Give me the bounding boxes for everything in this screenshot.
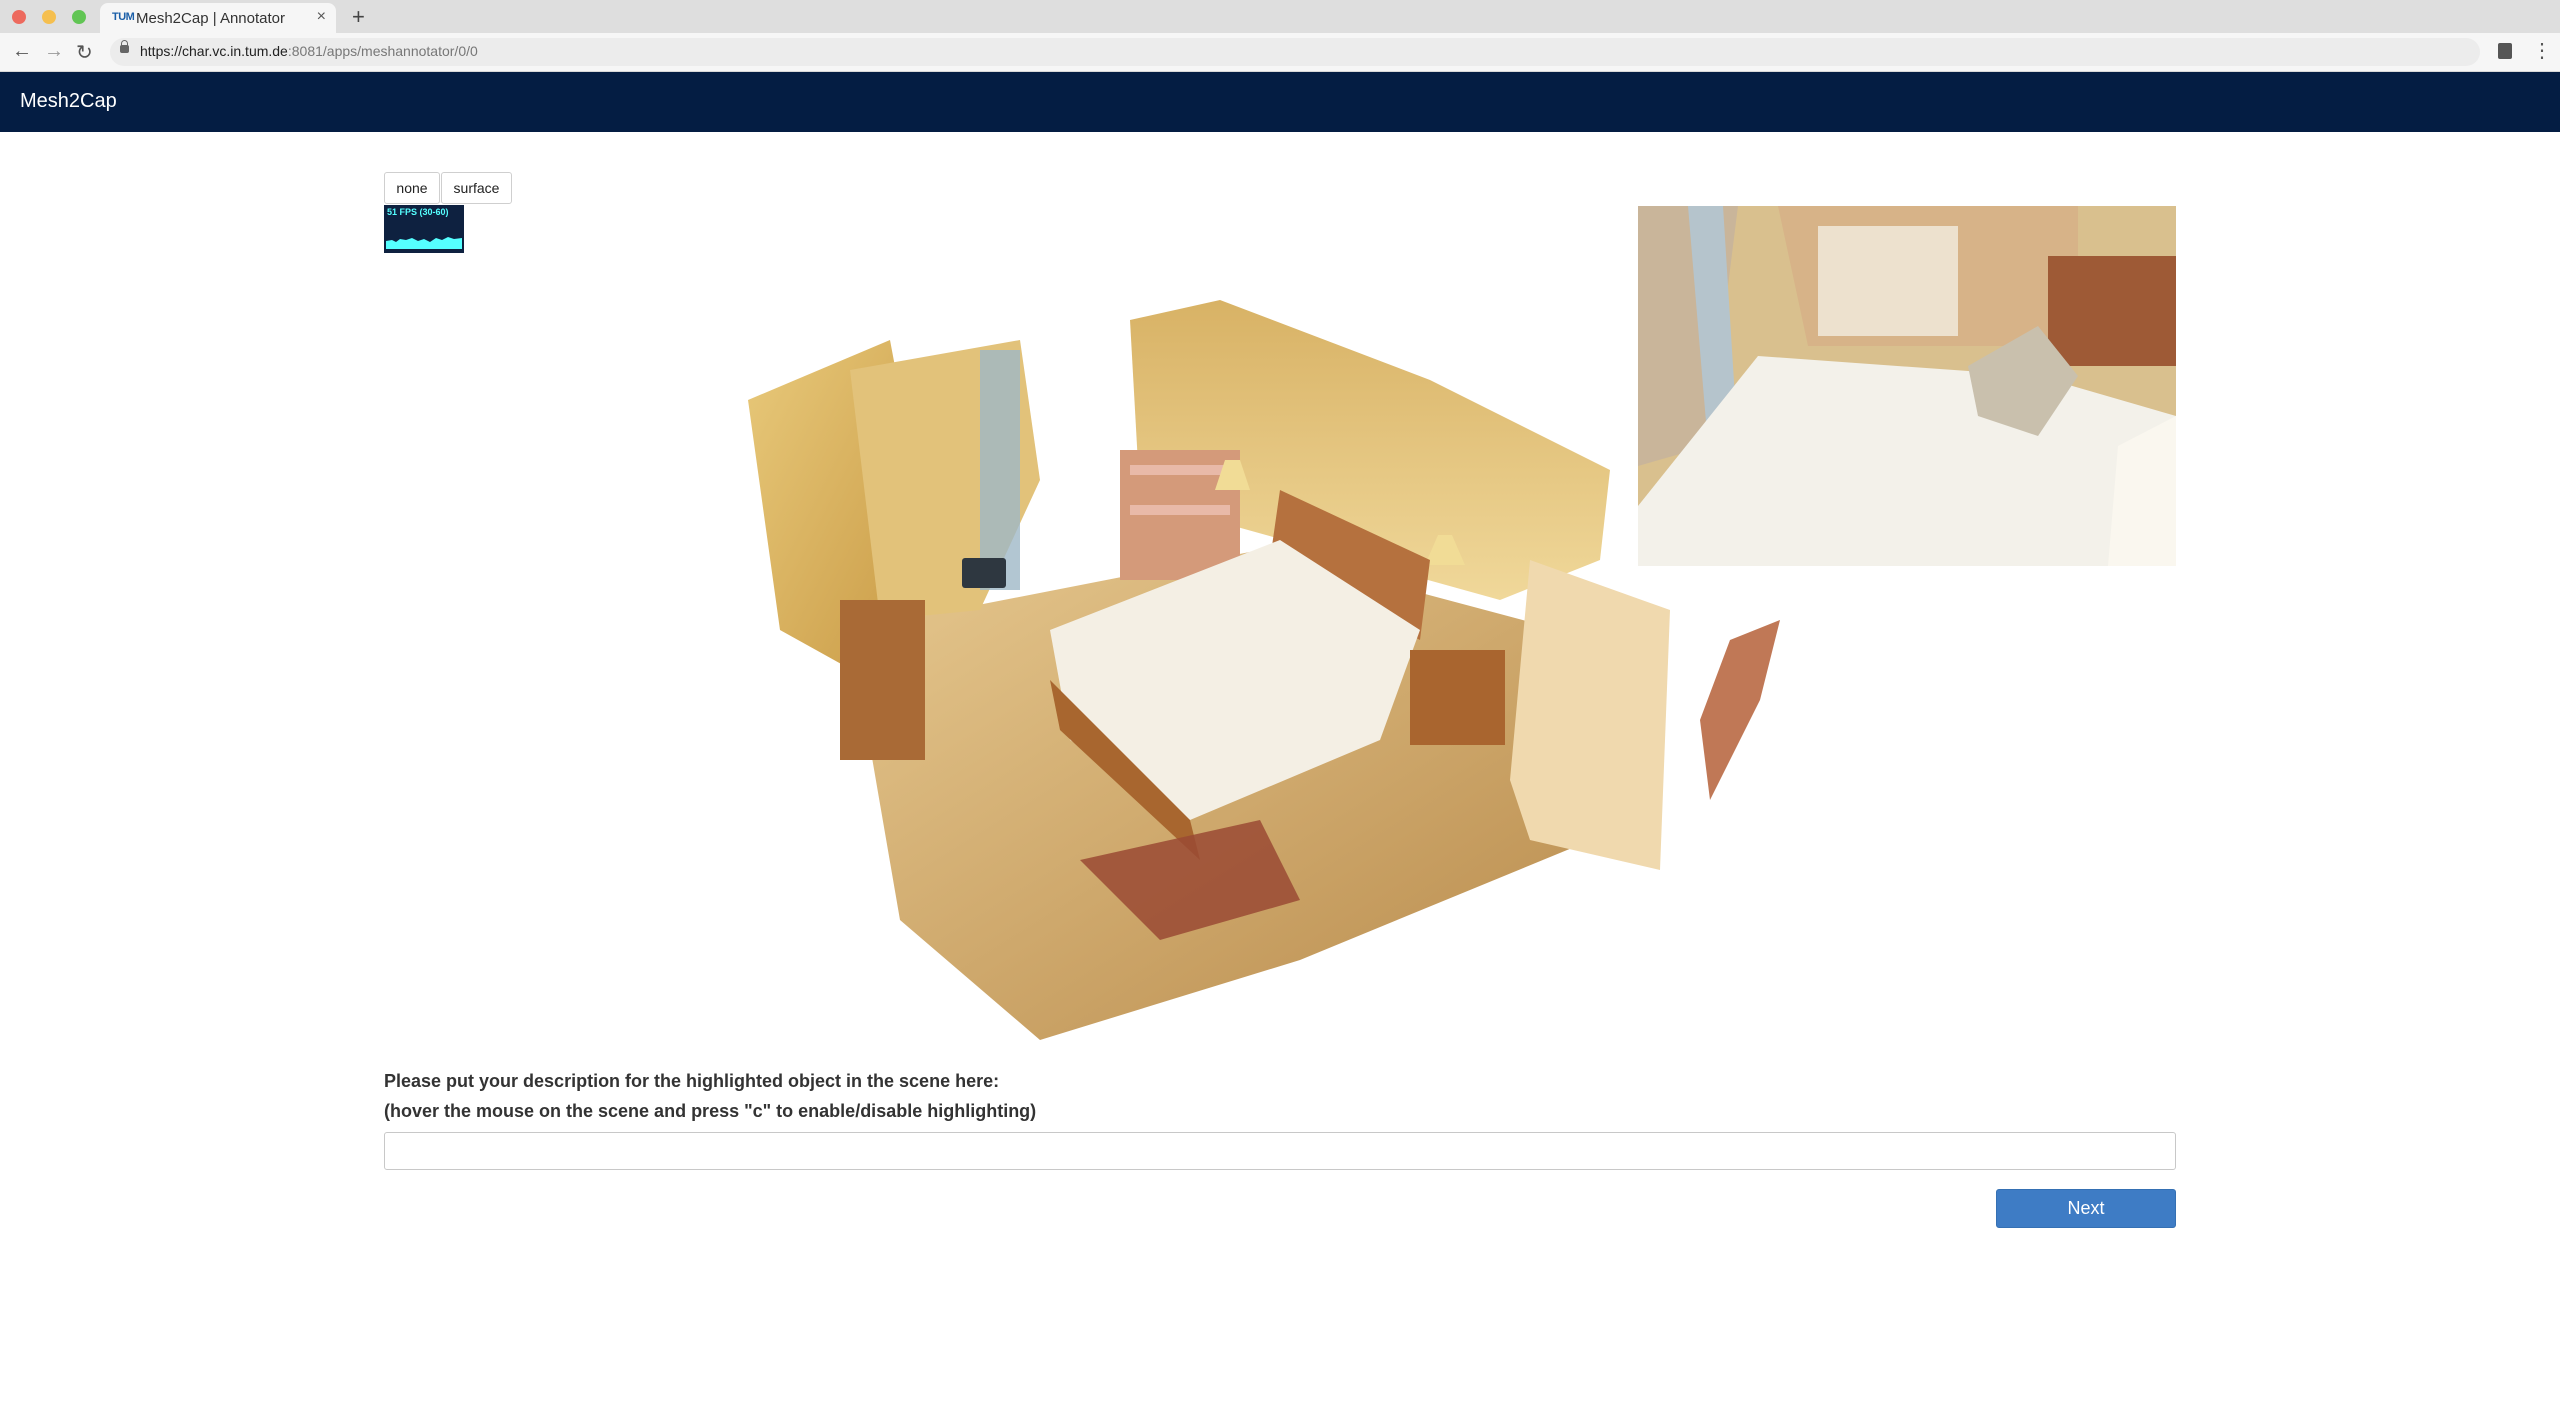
next-button[interactable]: Next [1996, 1189, 2176, 1228]
back-icon[interactable]: ← [12, 40, 32, 63]
reload-icon[interactable]: ↻ [76, 40, 93, 65]
scene-nightstand-left [840, 600, 925, 760]
fps-graph [386, 237, 462, 249]
fps-label: 51 FPS (30-60) [387, 207, 449, 217]
url-text[interactable]: https://char.vc.in.tum.de:8081/apps/mesh… [140, 43, 478, 59]
scene-camera-icon [962, 558, 1006, 588]
scene-window [980, 350, 1020, 590]
reference-photo [1638, 206, 2176, 566]
lock-icon [120, 40, 129, 53]
tum-favicon-icon: TUM [112, 11, 135, 23]
brand-title[interactable]: Mesh2Cap [20, 90, 117, 113]
description-input[interactable] [384, 1132, 2176, 1170]
mode-none-button[interactable]: none [384, 172, 440, 204]
tab-title: Mesh2Cap | Annotator [136, 10, 285, 27]
browser-tab-bar: TUM Mesh2Cap | Annotator × + [0, 0, 2560, 33]
maximize-window-icon[interactable] [72, 10, 86, 24]
highlight-hint: (hover the mouse on the scene and press … [384, 1101, 1037, 1121]
description-prompt: Please put your description for the high… [384, 1071, 1000, 1091]
mode-surface-button[interactable]: surface [441, 172, 512, 204]
forward-icon[interactable]: → [44, 40, 64, 63]
minimize-window-icon[interactable] [42, 10, 56, 24]
scene-right-wall-fragment [1700, 620, 1780, 800]
address-bar: ← → ↻ https://char.vc.in.tum.de:8081/app… [0, 33, 2560, 72]
scene-nightstand-right [1410, 650, 1505, 745]
app-navbar: Mesh2Cap [0, 72, 2560, 132]
url-field[interactable]: https://char.vc.in.tum.de:8081/apps/mesh… [110, 38, 2480, 66]
new-tab-icon[interactable]: + [352, 4, 365, 30]
close-tab-icon[interactable]: × [317, 8, 326, 26]
account-icon[interactable] [2498, 43, 2512, 59]
close-window-icon[interactable] [12, 10, 26, 24]
scene-right-wall [1510, 560, 1670, 870]
browser-menu-icon[interactable]: ⋮ [2532, 38, 2552, 63]
fps-stats-panel[interactable]: 51 FPS (30-60) [384, 205, 464, 253]
browser-tab[interactable]: TUM Mesh2Cap | Annotator × [100, 3, 336, 33]
